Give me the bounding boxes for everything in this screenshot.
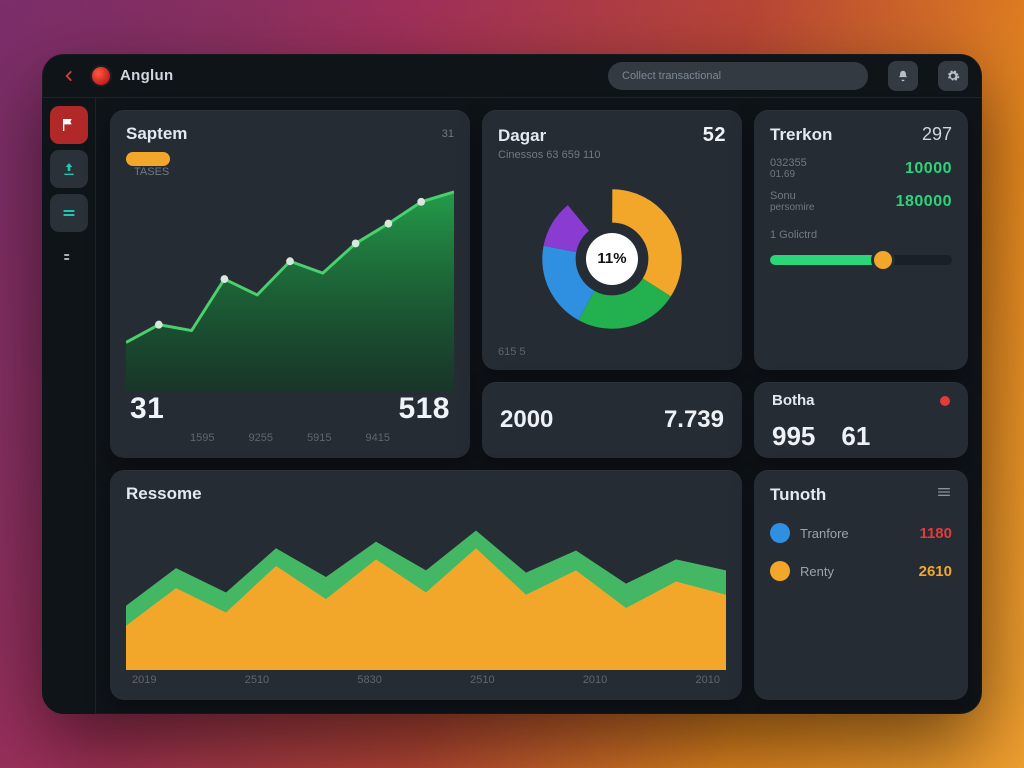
- stat-label: Sonu: [770, 190, 814, 202]
- app-title: Anglun: [120, 67, 173, 84]
- stat-label: 032355: [770, 157, 807, 169]
- flag-icon: [61, 117, 77, 133]
- legend-list: Tranfore 1180 Renty 2610: [770, 523, 952, 581]
- content-grid: Saptem 31 TASES: [96, 98, 982, 714]
- legend-item[interactable]: Renty 2610: [770, 561, 952, 581]
- card-ressome: Ressome 2019 2510 5830 2510 2010 2010: [110, 470, 742, 700]
- axis-tick: 9415: [365, 432, 389, 444]
- axis-tick: 5915: [307, 432, 331, 444]
- card-title: Trerkon: [770, 125, 832, 145]
- dagar-footer: 615 5: [498, 346, 526, 358]
- axis-tick: 2510: [470, 674, 494, 686]
- app-window: Anglun Collect transactional: [42, 54, 982, 714]
- stat-row: 032355 01.69 10000: [770, 157, 952, 180]
- stat-value: 10000: [905, 160, 952, 178]
- card-tunoth: Tunoth Tranfore 1180 Renty 2610: [754, 470, 968, 700]
- axis-tick: 9255: [249, 432, 273, 444]
- mid-left-value: 2000: [500, 406, 553, 434]
- card-title: Botha: [772, 392, 815, 409]
- card-menu-button[interactable]: [936, 484, 952, 505]
- line-chart-svg: [126, 184, 454, 392]
- sidebar-item-signal[interactable]: [50, 150, 88, 188]
- dagar-hdr-value: 52: [703, 124, 726, 147]
- donut-chart: 11%: [498, 161, 726, 356]
- card-saptem: Saptem 31 TASES: [110, 110, 470, 458]
- titlebar-left: Anglun: [56, 63, 173, 89]
- card-title: Tunoth: [770, 485, 826, 505]
- search-placeholder: Collect transactional: [622, 70, 721, 82]
- saptem-axis: 1595 9255 5915 9415: [126, 432, 454, 444]
- upload-icon: [61, 161, 77, 177]
- gear-icon: [946, 69, 960, 83]
- bell-icon: [896, 69, 910, 83]
- legend-value: 2610: [919, 563, 952, 580]
- status-dot-icon: [940, 396, 950, 406]
- axis-tick: 2010: [696, 674, 720, 686]
- axis-tick: 2510: [245, 674, 269, 686]
- progress-knob[interactable]: [874, 251, 892, 269]
- card-title: Saptem: [126, 124, 187, 144]
- axis-tick: 1595: [190, 432, 214, 444]
- card-title: Ressome: [126, 484, 726, 504]
- botha-right-value: 61: [841, 421, 870, 452]
- trerkon-rows: 032355 01.69 10000 Sonu persomire 180000: [770, 157, 952, 213]
- legend-dot-icon: [770, 523, 790, 543]
- ressome-chart: [126, 504, 726, 670]
- card-title: Dagar: [498, 126, 546, 146]
- botha-left-value: 995: [772, 421, 815, 452]
- app-body: Saptem 31 TASES: [42, 98, 982, 714]
- sidebar: [42, 98, 96, 714]
- stat-row: Sonu persomire 180000: [770, 190, 952, 213]
- legend-label: Renty: [800, 564, 909, 579]
- saptem-value-left: 31: [130, 392, 164, 426]
- saptem-chart: [126, 184, 454, 392]
- card-dagar: Dagar 52 Cinessos 63 659 110 11% 615 5: [482, 110, 742, 370]
- back-button[interactable]: [56, 63, 82, 89]
- pill-badge: [126, 152, 170, 166]
- dashes-icon: [61, 249, 77, 265]
- axis-tick: 2010: [583, 674, 607, 686]
- axis-tick: 2019: [132, 674, 156, 686]
- progress-bar[interactable]: [770, 255, 952, 265]
- stat-sub: 01.69: [770, 169, 807, 180]
- progress-fill: [770, 255, 883, 265]
- legend-value: 1180: [919, 525, 952, 542]
- search-input[interactable]: Collect transactional: [608, 62, 868, 90]
- chevron-left-icon: [62, 69, 76, 83]
- donut-center-label: 11%: [586, 233, 638, 285]
- settings-button[interactable]: [938, 61, 968, 91]
- sidebar-item-list[interactable]: [50, 194, 88, 232]
- legend-dot-icon: [770, 561, 790, 581]
- progress-label: 1 Golictrd: [770, 229, 952, 241]
- saptem-footer: 31 518: [126, 392, 454, 428]
- saptem-value-right: 518: [398, 392, 450, 426]
- stat-sub: persomire: [770, 202, 814, 213]
- titlebar: Anglun Collect transactional: [42, 54, 982, 98]
- card-botha: Botha 995 61: [754, 382, 968, 458]
- stat-value: 180000: [896, 193, 952, 211]
- area-chart-svg: [126, 504, 726, 670]
- axis-tick: 5830: [357, 674, 381, 686]
- card-trerkon: Trerkon 297 032355 01.69 10000 Sonu: [754, 110, 968, 370]
- dagar-subtitle: Cinessos 63 659 110: [498, 149, 726, 161]
- sidebar-item-home[interactable]: [50, 106, 88, 144]
- legend-label: Tranfore: [800, 526, 909, 541]
- card-mid-stats: 2000 7.739: [482, 382, 742, 458]
- mid-right-value: 7.739: [664, 406, 724, 434]
- lines-icon: [61, 205, 77, 221]
- trerkon-hdr-value: 297: [922, 124, 952, 145]
- sidebar-item-more[interactable]: [50, 238, 88, 276]
- pill-label: TASES: [134, 166, 454, 178]
- notifications-button[interactable]: [888, 61, 918, 91]
- card-meta: 31: [442, 128, 454, 140]
- brand-logo-icon: [92, 67, 110, 85]
- menu-icon: [936, 484, 952, 500]
- legend-item[interactable]: Tranfore 1180: [770, 523, 952, 543]
- ressome-axis: 2019 2510 5830 2510 2010 2010: [126, 670, 726, 686]
